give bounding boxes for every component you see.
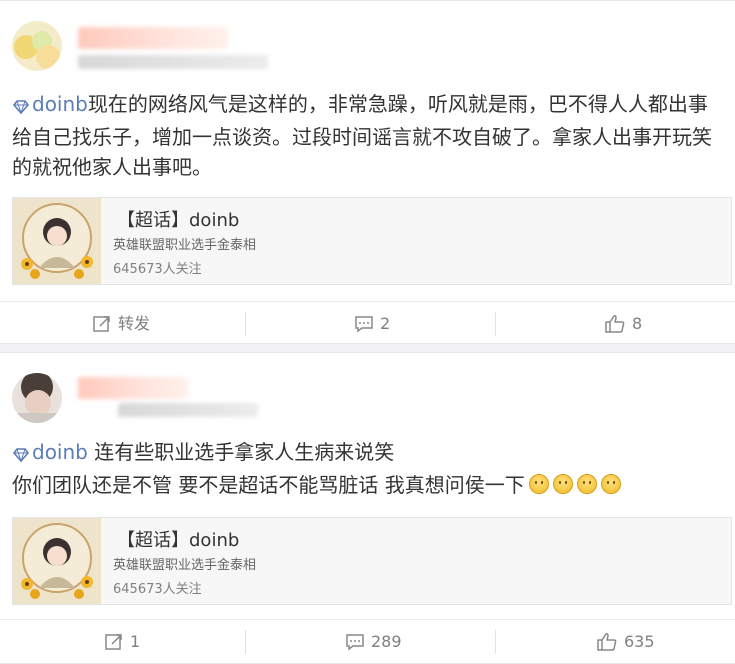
super-topic-card[interactable]: 【超话】doinb 英雄联盟职业选手金泰相 645673人关注 <box>12 197 732 285</box>
comment-icon <box>346 634 364 651</box>
repost-label: 转发 <box>118 314 151 333</box>
mention-label[interactable]: doinb <box>32 92 88 116</box>
smile-emoji-icon <box>552 474 573 494</box>
username-redacted[interactable] <box>78 377 188 399</box>
smile-emoji-icon <box>576 474 597 494</box>
username-redacted[interactable] <box>78 27 228 49</box>
super-topic-link[interactable]: doinb <box>12 92 88 116</box>
action-divider <box>495 312 496 336</box>
weibo-post: doinb 连有些职业选手拿家人生病来说笑 你们团队还是不管 要不是超话不能骂脏… <box>0 352 735 664</box>
comment-icon <box>355 316 373 333</box>
card-subtitle: 英雄联盟职业选手金泰相 <box>113 238 257 253</box>
post-body-line: 你们团队还是不管 要不是超话不能骂脏话 我真想问侯一下 <box>12 473 525 497</box>
card-title[interactable]: 【超话】doinb <box>117 526 239 552</box>
thumbs-up-icon <box>597 633 617 651</box>
diamond-icon <box>12 92 32 122</box>
super-topic-card[interactable]: 【超话】doinb 英雄联盟职业选手金泰相 645673人关注 <box>12 517 732 605</box>
comment-button[interactable]: 2 <box>354 302 390 346</box>
super-topic-image <box>13 198 101 284</box>
comment-button[interactable]: 289 <box>345 620 402 664</box>
thumbs-up-icon <box>605 315 625 333</box>
like-button[interactable]: 8 <box>604 302 642 346</box>
action-divider <box>245 312 246 336</box>
avatar[interactable] <box>12 21 62 71</box>
repost-button[interactable]: 1 <box>104 620 140 664</box>
mention-label[interactable]: doinb <box>32 440 88 464</box>
card-followers: 645673人关注 <box>113 582 202 597</box>
diamond-icon <box>12 440 32 470</box>
super-topic-link[interactable]: doinb <box>12 440 88 464</box>
repost-icon <box>93 316 110 332</box>
action-divider <box>495 630 496 654</box>
smile-emoji-icon <box>528 474 549 494</box>
like-count: 8 <box>632 314 643 333</box>
repost-icon <box>105 634 122 650</box>
post-text: doinb现在的网络风气是这样的，非常急躁，听风就是雨，巴不得人人都出事给自己找… <box>12 89 725 182</box>
comment-count: 2 <box>380 314 391 333</box>
avatar[interactable] <box>12 373 62 423</box>
post-meta-redacted <box>118 403 258 417</box>
post-actions: 1 289 635 <box>0 619 735 664</box>
post-text: doinb 连有些职业选手拿家人生病来说笑 你们团队还是不管 要不是超话不能骂脏… <box>12 437 725 500</box>
super-topic-image <box>13 518 101 604</box>
like-button[interactable]: 635 <box>596 620 655 664</box>
post-actions: 转发 2 8 <box>0 301 735 346</box>
repost-count: 1 <box>130 632 141 651</box>
post-meta-redacted <box>78 55 268 69</box>
comment-count: 289 <box>371 632 402 651</box>
post-body-line: 连有些职业选手拿家人生病来说笑 <box>87 440 395 464</box>
post-body: 现在的网络风气是这样的，非常急躁，听风就是雨，巴不得人人都出事给自己找乐子，增加… <box>12 92 712 179</box>
smile-emoji-icon <box>600 474 621 494</box>
action-divider <box>245 630 246 654</box>
repost-button[interactable]: 转发 <box>92 302 150 346</box>
card-title[interactable]: 【超话】doinb <box>117 206 239 232</box>
card-subtitle: 英雄联盟职业选手金泰相 <box>113 558 257 573</box>
like-count: 635 <box>624 632 655 651</box>
card-followers: 645673人关注 <box>113 262 202 277</box>
weibo-post: doinb现在的网络风气是这样的，非常急躁，听风就是雨，巴不得人人都出事给自己找… <box>0 0 735 344</box>
